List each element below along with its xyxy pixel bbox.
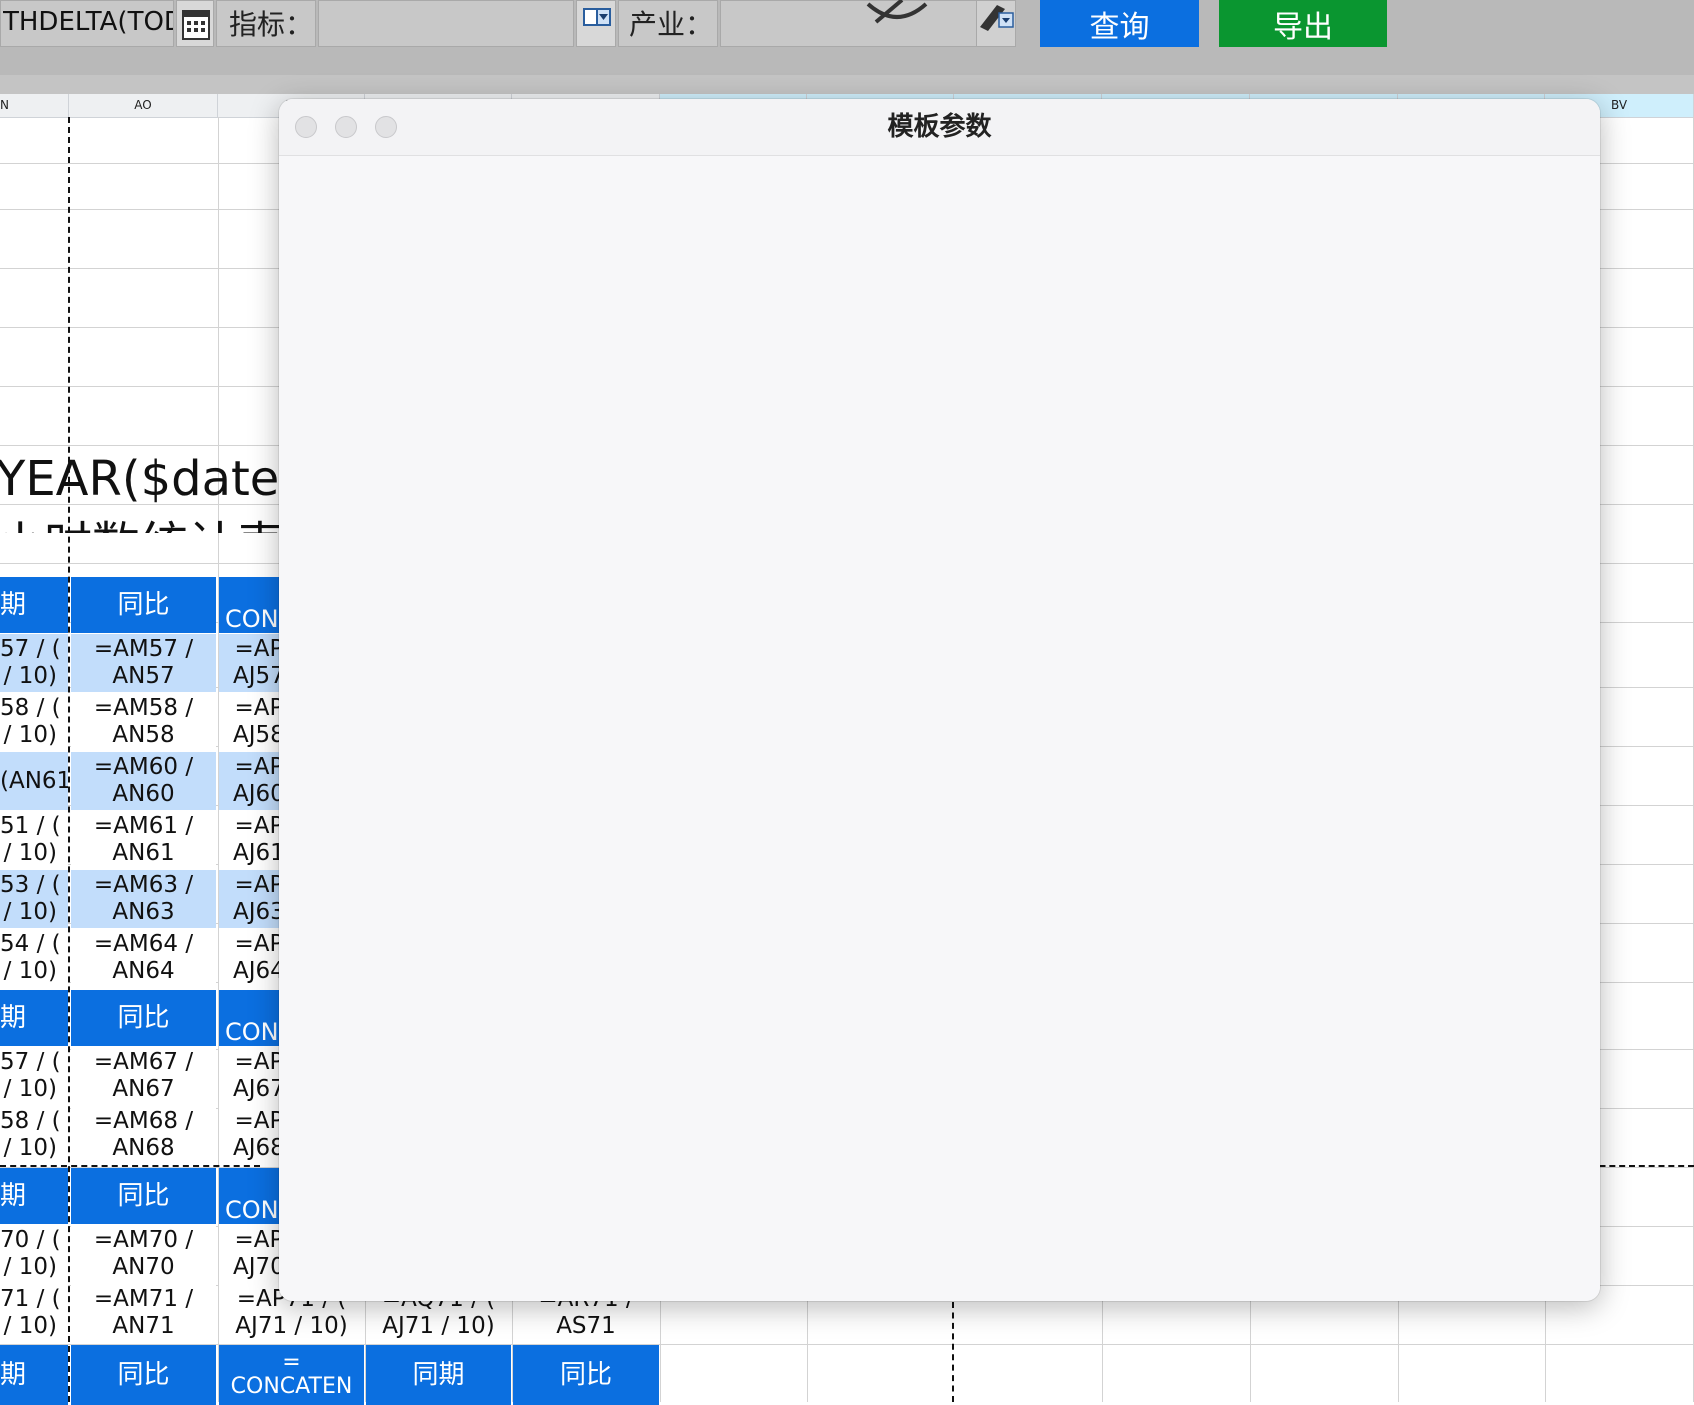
industry-label: 产业：: [629, 8, 714, 41]
edit-pencil-icon[interactable]: [976, 0, 1016, 47]
table-cell[interactable]: =AM58 / AN58: [71, 693, 216, 751]
table-cell[interactable]: =AM63 / AN63: [71, 870, 216, 928]
query-button[interactable]: 查询: [1040, 0, 1199, 47]
export-button[interactable]: 导出: [1219, 0, 1387, 47]
toolbar: THDELTA(TOD 指标： 产业： 查询 导出: [0, 0, 1694, 76]
header-cell-concat[interactable]: = CONCATEN: [219, 1345, 364, 1405]
page-break-line: [0, 1165, 260, 1167]
column-header-ao[interactable]: AO: [69, 94, 218, 117]
industry-label-box: 产业：: [618, 0, 718, 47]
minimize-window-button[interactable]: [335, 116, 357, 138]
table-cell[interactable]: =AM57 / AN57: [71, 634, 216, 692]
industry-input[interactable]: [720, 0, 978, 47]
table-cell[interactable]: =AM71 / AN71: [71, 1284, 216, 1342]
table-cell[interactable]: =AM64 / AN64: [71, 929, 216, 987]
date-expression-field[interactable]: THDELTA(TOD: [0, 0, 174, 47]
table-cell[interactable]: 57 / ( / 10): [0, 1047, 68, 1105]
table-cell[interactable]: 71 / ( / 10): [0, 1284, 68, 1342]
calendar-icon[interactable]: [176, 0, 214, 47]
indicator-label-box: 指标：: [216, 0, 316, 47]
table-cell[interactable]: 51 / ( / 10): [0, 811, 68, 869]
header-cell-period[interactable]: 期: [0, 1345, 68, 1405]
table-cell[interactable]: (AN61: [0, 752, 68, 810]
header-cell-yoy[interactable]: 同比: [71, 577, 216, 633]
dropdown-toggle-icon[interactable]: [576, 0, 616, 47]
header-cell-yoy[interactable]: 同比: [71, 1168, 216, 1224]
indicator-input[interactable]: [318, 0, 574, 47]
table-cell[interactable]: 58 / ( / 10): [0, 693, 68, 751]
year-formula-cell[interactable]: YEAR($date: [0, 451, 279, 507]
table-cell[interactable]: 58 / ( / 10): [0, 1106, 68, 1164]
header-cell-yoy[interactable]: 同比: [71, 1345, 216, 1405]
template-parameters-dialog[interactable]: 模板参数: [279, 99, 1600, 1301]
header-cell-period[interactable]: 期: [0, 1168, 68, 1224]
header-cell-same-period[interactable]: 同期: [366, 1345, 511, 1405]
table-cell[interactable]: 53 / ( / 10): [0, 870, 68, 928]
header-cell-yoy[interactable]: 同比: [513, 1345, 659, 1405]
table-cell[interactable]: =AM61 / AN61: [71, 811, 216, 869]
close-window-button[interactable]: [295, 116, 317, 138]
table-cell[interactable]: 70 / ( / 10): [0, 1225, 68, 1283]
date-expression-text: THDELTA(TOD: [3, 7, 173, 37]
header-cell-yoy[interactable]: 同比: [71, 990, 216, 1046]
header-cell-period[interactable]: 期: [0, 577, 68, 633]
zoom-window-button[interactable]: [375, 116, 397, 138]
indicator-label: 指标：: [229, 8, 314, 41]
table-cell[interactable]: =AM67 / AN67: [71, 1047, 216, 1105]
subtitle-fragment: 小时数统计表: [0, 505, 284, 533]
eye-slash-icon[interactable]: [862, 0, 932, 26]
table-cell[interactable]: =AM70 / AN70: [71, 1225, 216, 1283]
dialog-content-area: [279, 156, 1600, 1301]
table-cell[interactable]: =AM60 / AN60: [71, 752, 216, 810]
page-break-line: [68, 117, 70, 1402]
table-cell[interactable]: =AM68 / AN68: [71, 1106, 216, 1164]
page-break-line: [952, 1302, 954, 1402]
header-cell-period[interactable]: 期: [0, 990, 68, 1046]
dialog-title: 模板参数: [279, 99, 1600, 156]
table-cell[interactable]: 54 / ( / 10): [0, 929, 68, 987]
toolbar-separator-band: [0, 75, 1694, 94]
column-header-n[interactable]: N: [0, 94, 69, 117]
table-cell[interactable]: 57 / ( / 10): [0, 634, 68, 692]
